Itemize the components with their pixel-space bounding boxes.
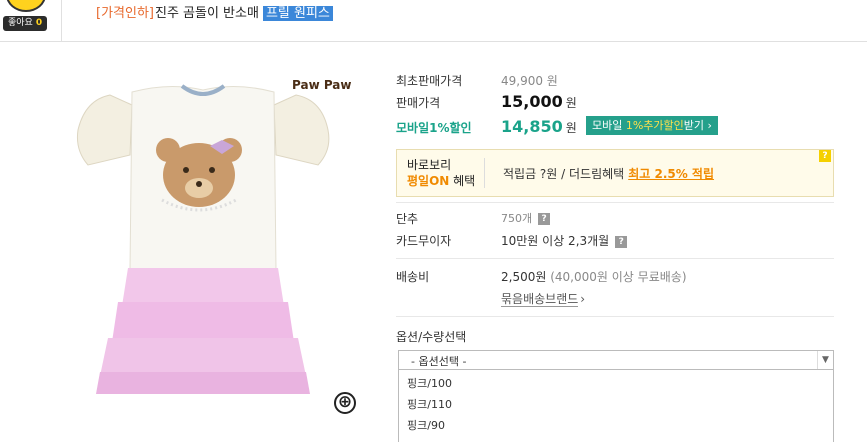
sale-price-value: 15,000 (501, 92, 563, 111)
option-item[interactable]: 핑크/90 (407, 417, 445, 433)
benefit-on: 평일ON (407, 174, 450, 188)
bear-nose (196, 181, 202, 187)
like-box[interactable]: 좋아요 0 (0, 0, 62, 42)
original-price-label: 최초판매가격 (396, 74, 463, 88)
benefit-line2-rest: 혜택 (449, 174, 476, 188)
product-page: 좋아요0 [가격인하]진주 곰돌이 반소매프릴 원피스 Paw Paw ⊕ (0, 0, 867, 442)
card-value-wrap: 10만원 이상 2,3개월? (501, 232, 628, 249)
ruffle-1 (122, 268, 284, 306)
option-select-value: - 옵션선택 - (411, 355, 467, 368)
divider (396, 258, 834, 259)
benefit-box: 바로보리 평일ON 혜택 적립금 ?원 / 더드림혜택 최고 2.5% 적립 ? (396, 149, 834, 197)
product-header: 좋아요 0 [가격인하]진주 곰돌이 반소매 프릴 원피스 (0, 0, 867, 42)
card-value: 10만원 이상 2,3개월 (501, 234, 610, 248)
bundle-row: 묶음배송브랜드 › (501, 290, 585, 307)
option-item[interactable]: 핑크/110 (407, 396, 452, 412)
title-tag: 프릴 원피스 (262, 6, 333, 21)
chevron-down-icon[interactable]: ▼ (817, 351, 833, 369)
question-icon[interactable]: ? (538, 213, 551, 225)
bear-eye-left (183, 167, 189, 173)
product-title: [가격인하]진주 곰돌이 반소매 프릴 원피스 (96, 5, 333, 23)
original-price-value: 49,900 원 (501, 74, 558, 88)
benefit-text: 적립금 ?원 / 더드림혜택 최고 2.5% 적립 (503, 165, 714, 182)
chevron-right-icon: › (580, 292, 586, 306)
bundle-brand-link[interactable]: 묶음배송브랜드 (501, 292, 579, 307)
sale-price: 15,000 원 (501, 92, 577, 111)
mobile-price-value: 14,850 (501, 117, 563, 136)
option-label: 옵션/수량선택 (396, 330, 467, 344)
sale-price-label: 판매가격 (396, 96, 441, 110)
benefit-title: 바로보리 평일ON 혜택 (407, 157, 475, 189)
shipping-row: 배송비 2,500원 (40,000원 이상 무료배송) (396, 268, 836, 284)
help-icon[interactable]: ? (819, 150, 831, 162)
like-badge[interactable]: 좋아요 0 (3, 16, 48, 31)
title-prefix: [가격인하] (96, 6, 154, 21)
ruffle-3 (100, 338, 306, 376)
shipping-value: 2,500원 (501, 270, 547, 284)
mobile-discount-button[interactable]: 모바일 1%추가할인받기 › (586, 116, 718, 135)
card-row: 카드무이자 10만원 이상 2,3개월? (396, 232, 836, 248)
unit-value-wrap: 750개? (501, 210, 551, 226)
sale-price-unit: 원 (565, 96, 577, 110)
shipping-label: 배송비 (396, 270, 430, 284)
mobile-btn-text-b: 1%추가할인 (625, 119, 684, 132)
mobile-btn-text-a: 모바일 (592, 119, 626, 132)
title-main: 진주 곰돌이 반소매 (154, 6, 259, 21)
benefit-link[interactable]: 최고 2.5% 적립 (628, 167, 714, 181)
ruffle-2 (112, 302, 294, 342)
card-label: 카드무이자 (396, 234, 452, 248)
ruffle-4 (96, 372, 310, 394)
benefit-line1: 바로보리 (407, 158, 452, 172)
unit-label: 단추 (396, 212, 419, 226)
shipping-value-wrap: 2,500원 (40,000원 이상 무료배송) (501, 268, 687, 285)
left-sleeve (77, 94, 133, 166)
shipping-note: (40,000원 이상 무료배송) (550, 270, 687, 284)
product-image[interactable] (70, 70, 370, 400)
unit-row: 단추 750개? (396, 210, 836, 226)
unit-value: 750개 (501, 212, 533, 225)
smile-icon (6, 0, 46, 12)
divider (396, 202, 834, 203)
option-select[interactable]: - 옵션선택 - ▼ (398, 350, 834, 370)
like-count: 0 (35, 18, 43, 28)
mobile-discount-label: 모바일1%할인 (396, 121, 472, 135)
mobile-price-unit: 원 (565, 121, 577, 135)
brand-logo: Paw Paw (292, 78, 352, 92)
option-item[interactable]: 핑크/100 (407, 375, 452, 391)
bear-eye-right (209, 167, 215, 173)
benefit-line2: 평일ON 혜택 (407, 173, 475, 189)
benefit-divider (484, 158, 485, 188)
zoom-icon[interactable]: ⊕ (334, 392, 356, 414)
right-sleeve (273, 94, 330, 166)
like-label: 좋아요 (8, 18, 33, 28)
mobile-price: 14,850 원 (501, 117, 577, 136)
divider (396, 316, 834, 317)
mobile-btn-text-c: 받기 › (683, 119, 712, 132)
option-list: 핑크/100 핑크/110 핑크/90 (398, 370, 834, 442)
question-icon[interactable]: ? (615, 235, 628, 248)
benefit-desc: 적립금 ?원 / 더드림혜택 (503, 167, 625, 181)
